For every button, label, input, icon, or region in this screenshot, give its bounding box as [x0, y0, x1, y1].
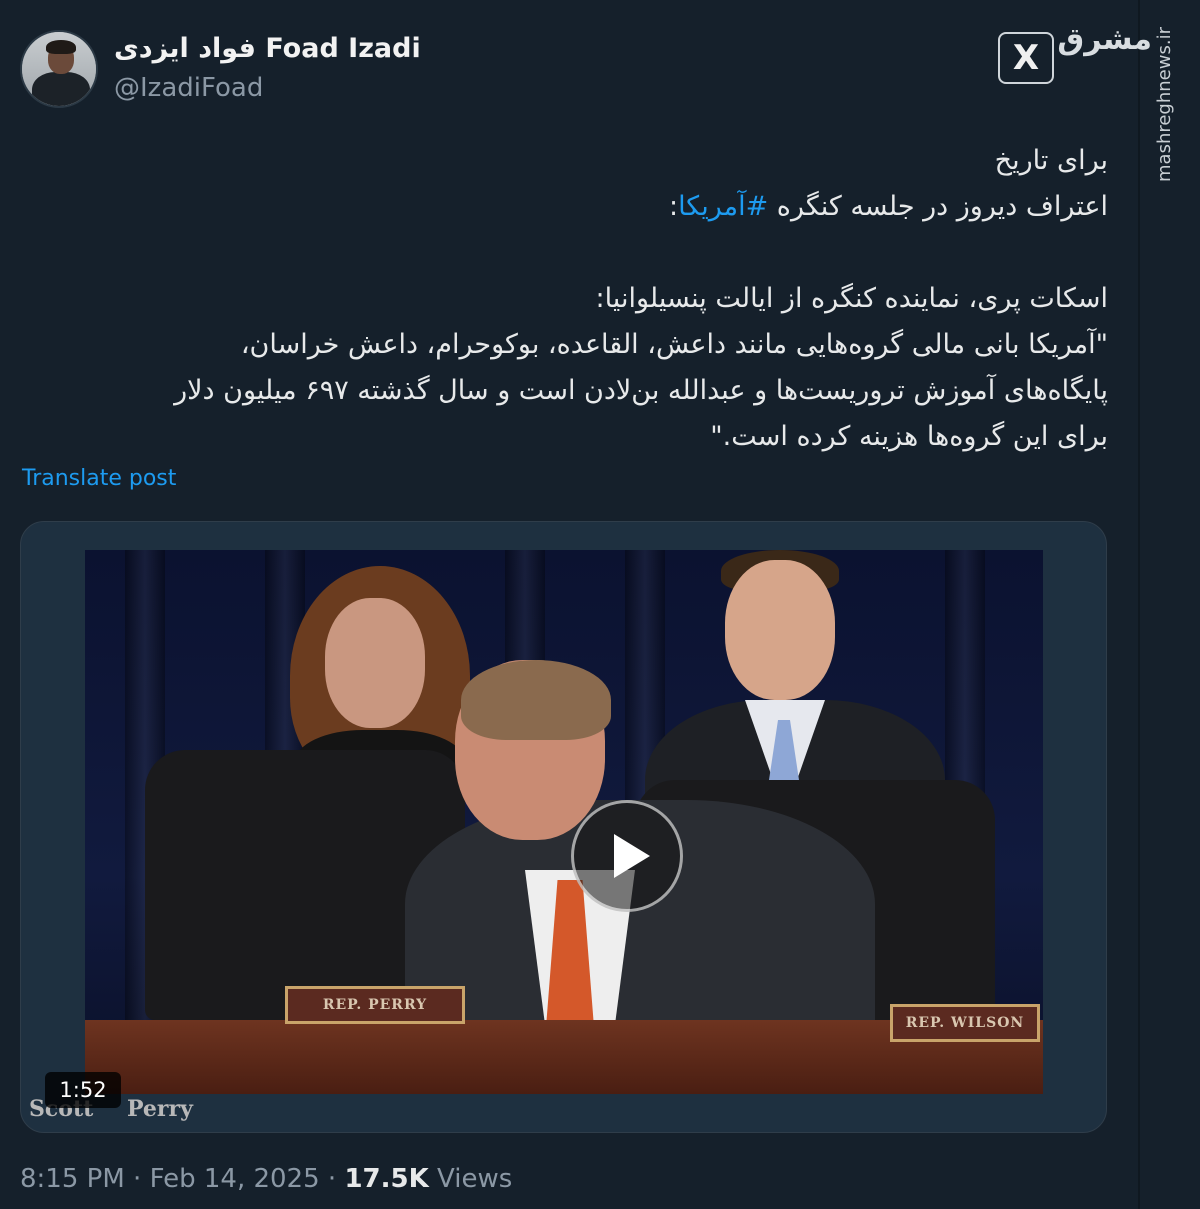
tweet-line: "آمریکا بانی مالی گروه‌هایی مانند داعش، … — [240, 329, 1108, 360]
right-border — [1138, 0, 1140, 1209]
video-duration: 1:52 — [45, 1072, 121, 1108]
hashtag-link[interactable]: #آمریکا — [678, 191, 768, 222]
watermark-site: mashreghnews.ir — [1150, 24, 1180, 184]
video-player[interactable]: REP. PERRY REP. WILSON Scott Perry 1:52 — [20, 521, 1107, 1133]
play-icon — [614, 834, 650, 878]
tweet-line: برای این گروه‌ها هزینه کرده است." — [710, 421, 1108, 452]
avatar[interactable] — [20, 30, 98, 108]
tweet-line: اسکات پری، نماینده کنگره از ایالت پنسیلو… — [595, 283, 1108, 314]
watermark-logo: مشرق — [1057, 22, 1152, 57]
video-frame: REP. PERRY REP. WILSON — [85, 550, 1043, 1094]
watermark-site-text: mashreghnews.ir — [1154, 27, 1175, 182]
meta-separator: · — [133, 1164, 142, 1194]
author-names: فواد ایزدی Foad Izadi @IzadiFoad — [114, 32, 421, 106]
post-date[interactable]: Feb 14, 2025 — [150, 1164, 320, 1194]
x-logo-icon: X — [998, 32, 1054, 84]
handle[interactable]: @IzadiFoad — [114, 70, 421, 106]
views-label: Views — [437, 1164, 513, 1194]
post-time[interactable]: 8:15 PM — [20, 1164, 125, 1194]
display-name[interactable]: فواد ایزدی Foad Izadi — [114, 32, 421, 66]
tweet-meta: 8:15 PM · Feb 14, 2025 · 17.5K Views — [20, 1164, 512, 1194]
tweet-line: برای تاریخ — [994, 145, 1108, 176]
meta-separator: · — [327, 1164, 337, 1194]
nameplate-wilson: REP. WILSON — [890, 1004, 1040, 1042]
nameplate-perry: REP. PERRY — [285, 986, 465, 1024]
views-count: 17.5K — [344, 1164, 429, 1194]
tweet-line: اعتراف دیروز در جلسه کنگره #آمریکا: — [20, 184, 1108, 230]
tweet-text-segment: : — [668, 191, 679, 222]
tweet-line: پایگاه‌های آموزش تروریست‌ها و عبدالله بن… — [174, 375, 1108, 406]
play-button[interactable] — [571, 800, 683, 912]
tweet-text: برای تاریخ اعتراف دیروز در جلسه کنگره #آ… — [20, 138, 1108, 460]
tweet-text-segment: اعتراف دیروز در جلسه کنگره — [776, 191, 1108, 222]
tweet-header: فواد ایزدی Foad Izadi @IzadiFoad — [20, 30, 421, 108]
translate-post-link[interactable]: Translate post — [22, 466, 176, 491]
